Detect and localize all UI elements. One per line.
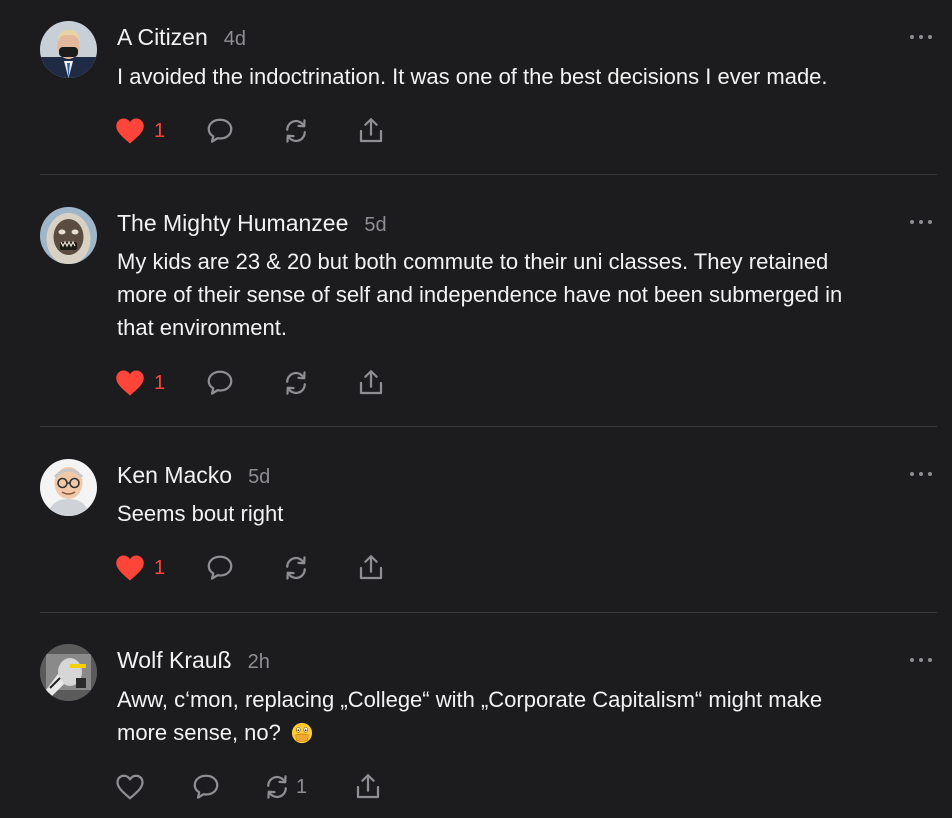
post-text: Seems bout right xyxy=(117,501,284,526)
avatar-photo-icon xyxy=(40,644,97,701)
post-time[interactable]: 2h xyxy=(248,651,270,674)
comment-icon xyxy=(207,555,233,580)
reply-button[interactable] xyxy=(205,116,235,146)
restack-button[interactable] xyxy=(281,553,311,583)
more-options-icon[interactable] xyxy=(910,469,932,479)
post-text-line: My kids are 23 & 20 but both commute to … xyxy=(117,249,829,274)
reply-button[interactable] xyxy=(205,553,235,583)
heart-filled-icon xyxy=(116,118,144,144)
restack-icon xyxy=(286,119,306,143)
divider xyxy=(40,612,937,613)
like-count: 1 xyxy=(154,556,166,579)
like-button[interactable] xyxy=(115,772,154,802)
post-text-line: Aww, c‘mon, replacing „College“ with „Co… xyxy=(117,687,823,712)
restack-icon xyxy=(286,371,306,395)
reply-button[interactable] xyxy=(205,368,235,398)
post-text-line: more sense, no? xyxy=(117,716,932,749)
post-header: Wolf Krauß 2h xyxy=(117,647,270,674)
comment-icon xyxy=(193,774,219,799)
post-time[interactable]: 5d xyxy=(248,466,270,489)
comment-icon xyxy=(207,370,233,395)
share-button[interactable] xyxy=(356,116,386,146)
avatar[interactable] xyxy=(40,644,97,701)
author-name[interactable]: Wolf Krauß xyxy=(117,647,232,674)
restack-button[interactable] xyxy=(281,368,311,398)
post-text-line: that environment. xyxy=(117,315,287,340)
post-text-segment: more sense, no? xyxy=(117,720,281,745)
post-header: Ken Macko 5d xyxy=(117,462,270,489)
share-icon xyxy=(359,118,383,143)
more-options-icon[interactable] xyxy=(910,217,932,227)
share-button[interactable] xyxy=(356,368,386,398)
more-options-icon[interactable] xyxy=(910,32,932,42)
avatar-photo-icon xyxy=(40,21,97,78)
heart-outline-icon xyxy=(116,774,144,800)
comment-icon xyxy=(207,118,233,143)
restack-icon xyxy=(267,775,287,799)
heart-filled-icon xyxy=(116,370,144,396)
post-text: Aww, c‘mon, replacing „College“ with „Co… xyxy=(117,683,932,749)
like-button[interactable]: 1 xyxy=(115,116,165,146)
like-count: 1 xyxy=(154,371,166,394)
avatar-cartoon-icon xyxy=(40,459,97,516)
restack-icon xyxy=(286,556,306,580)
post-header: The Mighty Humanzee 5d xyxy=(117,210,387,237)
face-with-hand-over-mouth-emoji-icon xyxy=(291,722,313,744)
like-count: 1 xyxy=(154,119,166,142)
share-icon xyxy=(359,370,383,395)
like-button[interactable]: 1 xyxy=(115,553,165,583)
share-button[interactable] xyxy=(353,772,383,802)
post-header: A Citizen 4d xyxy=(117,24,246,51)
divider xyxy=(40,426,937,427)
like-button[interactable]: 1 xyxy=(115,368,165,398)
author-name[interactable]: The Mighty Humanzee xyxy=(117,210,348,237)
restack-count: 1 xyxy=(296,775,308,798)
post-text-line: more of their sense of self and independ… xyxy=(117,282,843,307)
heart-filled-icon xyxy=(116,555,144,581)
post-text: I avoided the indoctrination. It was one… xyxy=(117,64,828,89)
avatar[interactable] xyxy=(40,21,97,78)
avatar[interactable] xyxy=(40,207,97,264)
reply-button[interactable] xyxy=(191,772,221,802)
divider xyxy=(40,174,937,175)
restack-button[interactable] xyxy=(281,116,311,146)
more-options-icon[interactable] xyxy=(910,655,932,665)
author-name[interactable]: Ken Macko xyxy=(117,462,232,489)
share-icon xyxy=(359,555,383,580)
avatar[interactable] xyxy=(40,459,97,516)
share-button[interactable] xyxy=(356,553,386,583)
author-name[interactable]: A Citizen xyxy=(117,24,208,51)
post-time[interactable]: 5d xyxy=(364,214,386,237)
post-text: My kids are 23 & 20 but both commute to … xyxy=(117,245,932,344)
post-time[interactable]: 4d xyxy=(224,28,246,51)
avatar-photo-icon xyxy=(40,207,97,264)
share-icon xyxy=(356,774,380,799)
restack-button[interactable]: 1 xyxy=(262,772,307,802)
